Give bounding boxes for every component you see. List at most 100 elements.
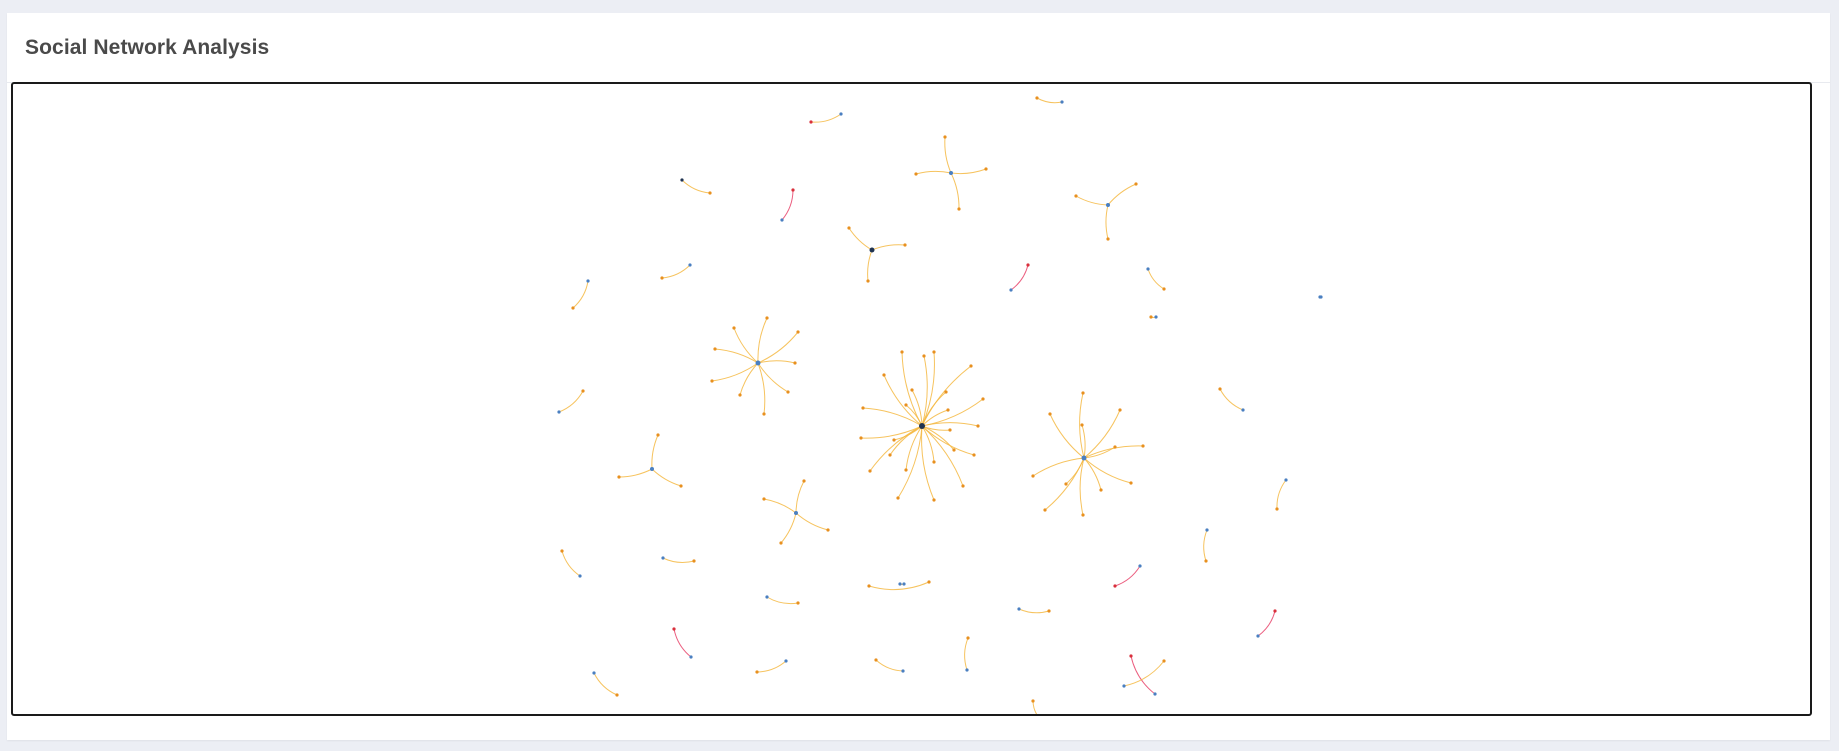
network-node[interactable] <box>762 412 766 416</box>
network-node[interactable] <box>571 306 575 310</box>
network-node[interactable] <box>1099 488 1103 492</box>
network-node[interactable] <box>1106 237 1110 241</box>
network-node[interactable] <box>927 580 931 584</box>
network-node[interactable] <box>680 178 684 182</box>
network-node[interactable] <box>688 263 692 267</box>
network-node[interactable] <box>1162 287 1166 291</box>
network-node[interactable] <box>679 484 683 488</box>
network-node[interactable] <box>762 497 766 501</box>
network-node[interactable] <box>969 364 973 368</box>
network-node[interactable] <box>1031 474 1035 478</box>
network-node[interactable] <box>1060 100 1064 104</box>
network-node[interactable] <box>713 347 717 351</box>
network-node[interactable] <box>1154 315 1158 319</box>
network-node[interactable] <box>765 316 769 320</box>
network-node[interactable] <box>1074 194 1078 198</box>
network-node[interactable] <box>867 584 871 588</box>
network-node[interactable] <box>755 360 761 366</box>
network-node[interactable] <box>1273 609 1277 613</box>
network-node[interactable] <box>981 397 985 401</box>
network-node[interactable] <box>1064 482 1068 486</box>
network-node[interactable] <box>1153 692 1157 696</box>
network-node[interactable] <box>661 556 665 560</box>
network-node[interactable] <box>1218 387 1222 391</box>
network-graph[interactable] <box>13 84 1810 714</box>
network-node[interactable] <box>839 112 843 116</box>
network-node[interactable] <box>1129 481 1133 485</box>
network-node[interactable] <box>780 218 784 222</box>
network-node[interactable] <box>656 433 660 437</box>
network-node[interactable] <box>791 188 795 192</box>
network-node[interactable] <box>660 276 664 280</box>
network-node[interactable] <box>732 326 736 330</box>
network-node[interactable] <box>1256 634 1260 638</box>
network-node[interactable] <box>902 582 906 586</box>
network-node[interactable] <box>859 436 863 440</box>
network-node[interactable] <box>932 350 936 354</box>
network-node[interactable] <box>1113 445 1117 449</box>
network-node[interactable] <box>794 511 798 515</box>
network-node[interactable] <box>874 658 878 662</box>
network-node[interactable] <box>1162 659 1166 663</box>
network-node[interactable] <box>1134 182 1138 186</box>
network-node[interactable] <box>765 595 769 599</box>
network-node[interactable] <box>708 191 712 195</box>
network-node[interactable] <box>1146 267 1150 271</box>
network-node[interactable] <box>910 388 914 392</box>
network-node[interactable] <box>802 479 806 483</box>
network-node[interactable] <box>861 406 865 410</box>
network-node[interactable] <box>932 460 936 464</box>
network-node[interactable] <box>1035 96 1039 100</box>
network-node[interactable] <box>898 582 902 586</box>
network-node[interactable] <box>847 226 851 230</box>
network-node[interactable] <box>903 243 907 247</box>
network-node[interactable] <box>976 424 980 428</box>
network-node[interactable] <box>809 120 813 124</box>
network-node[interactable] <box>1319 295 1323 299</box>
network-node[interactable] <box>932 498 936 502</box>
network-node[interactable] <box>1118 408 1122 412</box>
network-node[interactable] <box>919 423 925 429</box>
network-node[interactable] <box>946 408 950 412</box>
network-node[interactable] <box>786 390 790 394</box>
network-node[interactable] <box>784 659 788 663</box>
network-node[interactable] <box>1205 528 1209 532</box>
network-node[interactable] <box>888 453 892 457</box>
network-node[interactable] <box>1138 564 1142 568</box>
network-node[interactable] <box>1048 412 1052 416</box>
network-node[interactable] <box>1081 391 1085 395</box>
network-node[interactable] <box>943 135 947 139</box>
network-node[interactable] <box>892 438 896 442</box>
network-node[interactable] <box>972 453 976 457</box>
network-node[interactable] <box>1043 508 1047 512</box>
network-node[interactable] <box>710 379 714 383</box>
network-node[interactable] <box>957 207 961 211</box>
network-node[interactable] <box>948 428 952 432</box>
network-node[interactable] <box>1031 699 1035 703</box>
network-node[interactable] <box>965 668 969 672</box>
network-node[interactable] <box>557 410 561 414</box>
network-node[interactable] <box>793 361 797 365</box>
network-node[interactable] <box>1284 478 1288 482</box>
network-node[interactable] <box>692 559 696 563</box>
network-node[interactable] <box>617 475 621 479</box>
network-node[interactable] <box>796 330 800 334</box>
network-node[interactable] <box>586 279 590 283</box>
network-node[interactable] <box>1081 513 1085 517</box>
network-node[interactable] <box>922 354 926 358</box>
network-node[interactable] <box>900 350 904 354</box>
network-node[interactable] <box>901 669 905 673</box>
network-node[interactable] <box>672 627 676 631</box>
network-node[interactable] <box>826 528 830 532</box>
network-node[interactable] <box>952 448 956 452</box>
network-node[interactable] <box>578 574 582 578</box>
network-node[interactable] <box>1122 684 1126 688</box>
network-node[interactable] <box>1047 609 1051 613</box>
network-node[interactable] <box>581 389 585 393</box>
network-node[interactable] <box>1081 455 1087 461</box>
network-node[interactable] <box>1080 423 1084 427</box>
network-node[interactable] <box>896 496 900 500</box>
network-node[interactable] <box>592 671 596 675</box>
network-node[interactable] <box>615 693 619 697</box>
network-node[interactable] <box>904 403 908 407</box>
